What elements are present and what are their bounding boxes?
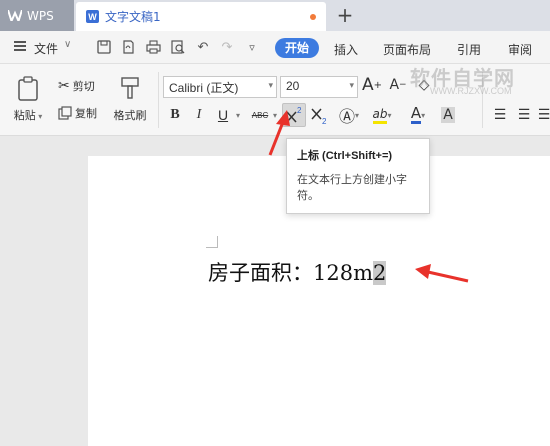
cut-button[interactable]: ✂ 剪切 bbox=[58, 78, 95, 94]
svg-text:2: 2 bbox=[297, 106, 302, 115]
align-right-icon[interactable]: ☰ bbox=[538, 104, 550, 126]
print-icon[interactable] bbox=[145, 40, 161, 56]
customize-toolbar-icon[interactable]: ▿ bbox=[244, 40, 260, 56]
redo-icon[interactable]: ↷ bbox=[219, 40, 235, 56]
divider bbox=[158, 72, 159, 128]
font-family-value: Calibri (正文) bbox=[169, 81, 239, 95]
selected-character[interactable]: 2 bbox=[373, 261, 387, 285]
save-icon[interactable] bbox=[96, 40, 112, 56]
text-effect-icon: Ⓐ bbox=[338, 107, 355, 126]
copy-label: 复制 bbox=[75, 107, 97, 120]
tab-page-layout[interactable]: 页面布局 bbox=[383, 41, 431, 58]
tooltip-title: 上标 (Ctrl+Shift+=) bbox=[297, 150, 393, 162]
subscript-button[interactable]: 2 bbox=[308, 104, 330, 126]
paste-label: 粘贴 bbox=[13, 109, 36, 122]
scissors-icon: ✂ bbox=[58, 78, 70, 94]
tab-insert[interactable]: 插入 bbox=[334, 41, 358, 58]
export-pdf-icon[interactable] bbox=[120, 40, 136, 56]
bold-button[interactable]: B bbox=[166, 104, 184, 126]
new-tab-button[interactable]: + bbox=[334, 3, 356, 27]
superscript-icon: 2 bbox=[286, 106, 302, 123]
wps-home-tab[interactable]: WPS bbox=[0, 0, 74, 31]
highlight-icon: ab bbox=[372, 107, 388, 124]
tab-home[interactable]: 开始 bbox=[275, 38, 319, 58]
svg-text:2: 2 bbox=[322, 117, 327, 126]
cut-label: 剪切 bbox=[72, 80, 95, 93]
app-name: WPS bbox=[27, 8, 54, 23]
highlight-button[interactable]: ab ▾ bbox=[368, 104, 396, 126]
writer-doc-icon: W bbox=[86, 10, 99, 23]
underline-dropdown-icon[interactable]: ▾ bbox=[233, 104, 243, 126]
wps-logo-icon bbox=[8, 10, 22, 21]
menu-bar: 文件 ∨ ↶ ↷ ▿ 开始 插入 页面布局 引用 审阅 bbox=[0, 31, 550, 64]
margin-corner-marker bbox=[206, 236, 218, 248]
align-left-icon[interactable]: ☰ bbox=[492, 104, 508, 126]
shrink-font-icon[interactable]: A − bbox=[388, 74, 408, 96]
watermark-url: WWW.RJZXW.COM bbox=[430, 86, 512, 96]
chevron-down-icon: ▾ bbox=[268, 80, 273, 90]
chevron-down-icon[interactable]: ∨ bbox=[64, 39, 71, 50]
chevron-down-icon: ▾ bbox=[349, 80, 354, 90]
char-shading-icon: A bbox=[441, 107, 455, 123]
format-painter-button[interactable]: 格式刷 bbox=[108, 76, 152, 123]
font-family-select[interactable]: Calibri (正文) ▾ bbox=[163, 76, 277, 98]
document-text: 房子面积：128m bbox=[208, 261, 373, 285]
italic-button[interactable]: I bbox=[190, 104, 208, 126]
superscript-tooltip: 上标 (Ctrl+Shift+=) 在文本行上方创建小字符。 bbox=[286, 138, 430, 214]
subscript-icon: 2 bbox=[311, 108, 327, 126]
superscript-button[interactable]: 2 bbox=[282, 103, 306, 127]
undo-icon[interactable]: ↶ bbox=[195, 40, 211, 56]
align-center-icon[interactable]: ☰ bbox=[516, 104, 532, 126]
unsaved-indicator bbox=[310, 14, 316, 20]
paste-button[interactable]: 粘贴 ▾ bbox=[10, 76, 46, 123]
underline-button[interactable]: U bbox=[214, 104, 232, 126]
font-size-select[interactable]: 20 ▾ bbox=[280, 76, 358, 98]
tab-references[interactable]: 引用 bbox=[457, 41, 481, 58]
document-body-text[interactable]: 房子面积：128m2 bbox=[208, 257, 387, 287]
strikethrough-dropdown-icon[interactable]: ▾ bbox=[271, 104, 279, 126]
character-shading-button[interactable]: A bbox=[438, 104, 458, 126]
text-effect-button[interactable]: Ⓐ ▾ bbox=[336, 104, 362, 126]
tab-review[interactable]: 审阅 bbox=[508, 41, 532, 58]
format-painter-icon bbox=[121, 77, 139, 99]
print-preview-icon[interactable] bbox=[170, 40, 186, 56]
hamburger-menu-icon[interactable] bbox=[14, 41, 26, 51]
copy-icon bbox=[58, 106, 72, 120]
strikethrough-button[interactable]: ABC bbox=[248, 104, 272, 126]
grow-font-icon[interactable]: A + bbox=[362, 74, 382, 96]
paste-icon bbox=[18, 76, 38, 101]
document-tab-title: 文字文稿1 bbox=[105, 10, 161, 24]
file-menu[interactable]: 文件 bbox=[34, 40, 58, 57]
copy-button[interactable]: 复制 bbox=[58, 105, 97, 121]
document-tab[interactable]: W 文字文稿1 bbox=[76, 2, 326, 31]
title-bar: WPS W 文字文稿1 + bbox=[0, 0, 550, 31]
font-color-button[interactable]: A ▾ bbox=[404, 104, 432, 126]
format-painter-label: 格式刷 bbox=[113, 109, 147, 122]
font-size-value: 20 bbox=[286, 79, 300, 93]
tooltip-description: 在文本行上方创建小字符。 bbox=[297, 173, 407, 202]
font-color-icon: A bbox=[410, 104, 422, 124]
